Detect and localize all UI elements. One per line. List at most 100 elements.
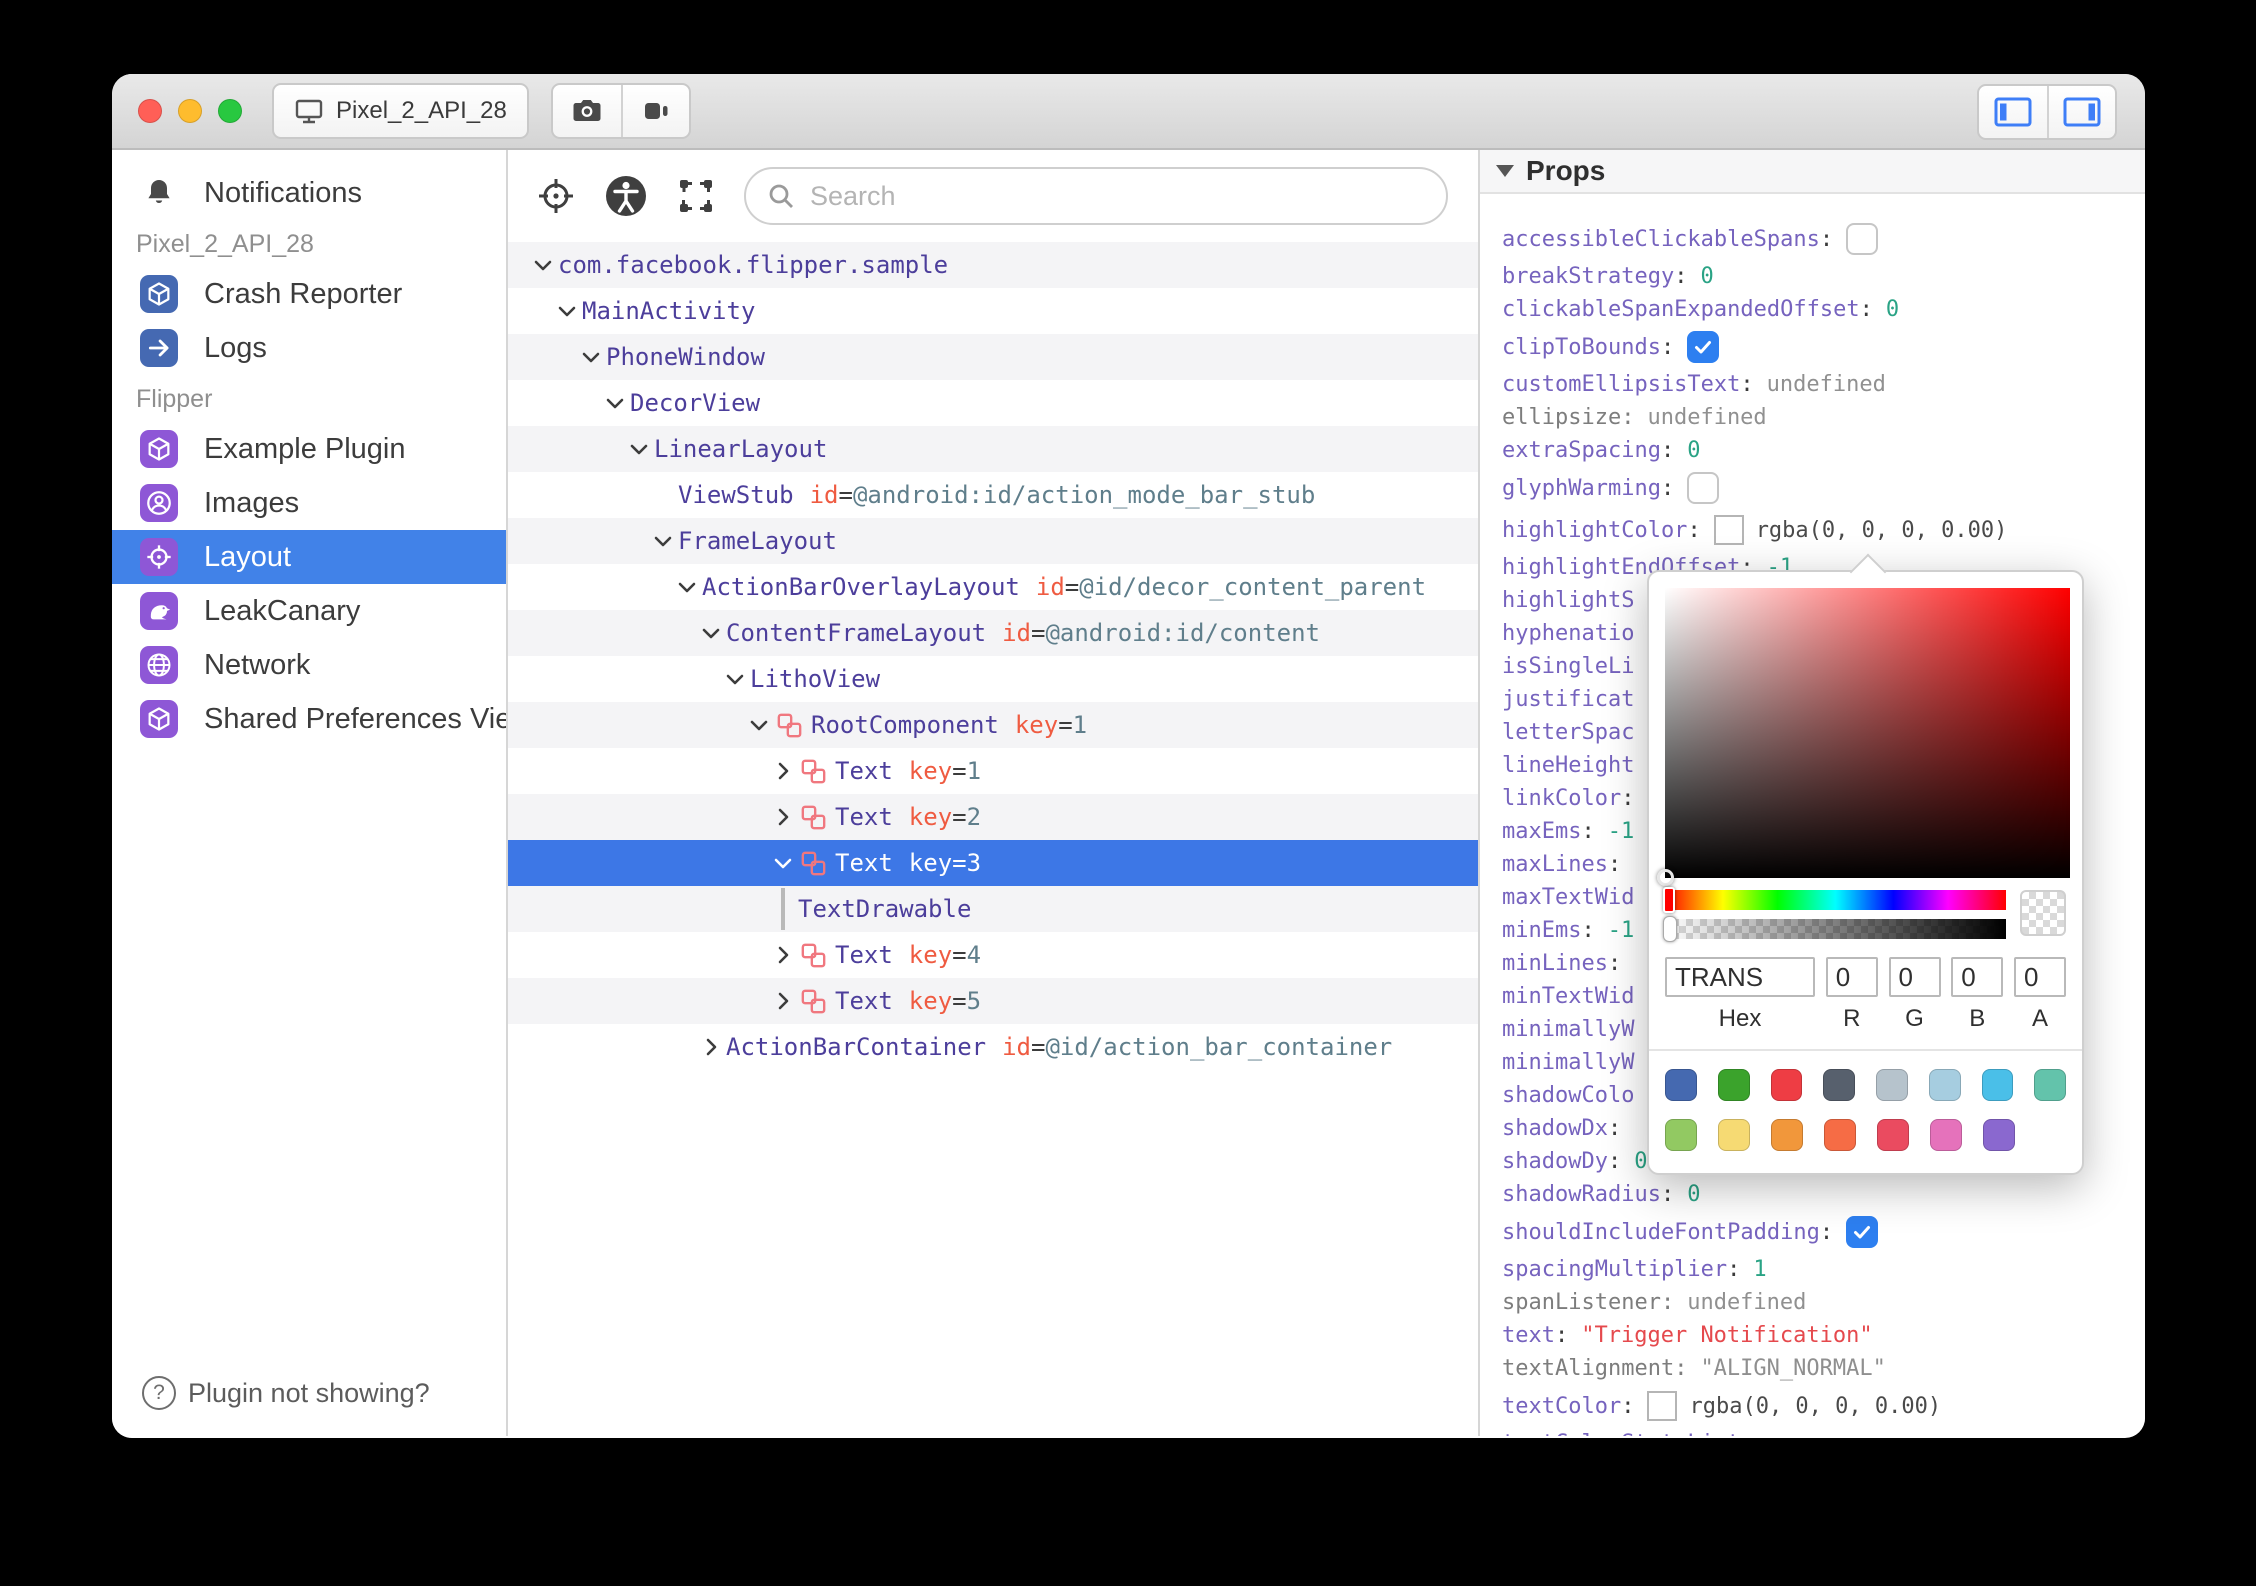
tree-node-com-facebook-flipper-sample[interactable]: com.facebook.flipper.sample [508,242,1478,288]
saturation-handle[interactable] [1657,869,1674,886]
plugin-help-link[interactable]: ? Plugin not showing? [142,1376,430,1410]
hex-input[interactable] [1665,957,1815,997]
tree-node-mainactivity[interactable]: MainActivity [508,288,1478,334]
color-swatch[interactable] [1930,1119,1962,1151]
tree-node-text-4[interactable]: Text key=4 [508,932,1478,978]
screenshot-button[interactable] [553,85,621,137]
color-swatch[interactable] [1877,1119,1909,1151]
close-button[interactable] [138,99,162,123]
chevron-right-icon[interactable] [768,806,798,828]
attribute-equals: = [1064,573,1080,601]
props-header[interactable]: Props [1480,150,2145,194]
color-swatch[interactable] [1876,1069,1908,1101]
tree-node-text-1[interactable]: Text key=1 [508,748,1478,794]
search-input[interactable] [808,179,1426,213]
chevron-down-icon[interactable] [552,300,582,322]
blue-label: B [1969,1005,1986,1032]
color-swatch[interactable] [1771,1119,1803,1151]
toggle-left-panel-button[interactable] [1979,86,2047,138]
sidebar-item-images[interactable]: Images [112,476,506,530]
tree-node-text-3[interactable]: Text key=3 [508,840,1478,886]
device-selector-button[interactable]: Pixel_2_API_28 [272,83,529,139]
color-swatch-button[interactable] [1647,1391,1678,1421]
sidebar-item-crash-reporter[interactable]: Crash Reporter [112,267,506,321]
hue-slider[interactable] [1663,887,2006,913]
attribute-key: key [908,849,953,877]
tree-node-linearlayout[interactable]: LinearLayout [508,426,1478,472]
tree-node-text-5[interactable]: Text key=5 [508,978,1478,1024]
sidebar-item-leakcanary[interactable]: LeakCanary [112,584,506,638]
color-swatch[interactable] [1770,1069,1803,1101]
sidebar-item-shared-preferences-viewer[interactable]: Shared Preferences Viewer [112,692,506,746]
tree-node-framelayout[interactable]: FrameLayout [508,518,1478,564]
sidebar-item-layout[interactable]: Layout [112,530,506,584]
color-swatch[interactable] [1983,1119,2015,1151]
checkbox-checked[interactable] [1846,1216,1879,1248]
color-swatch[interactable] [1824,1119,1856,1151]
color-swatch[interactable] [1717,1069,1750,1101]
color-swatch[interactable] [2034,1069,2066,1101]
sidebar-item-label: Shared Preferences Viewer [204,702,506,735]
checkbox-unchecked[interactable] [1846,223,1879,255]
red-input[interactable] [1825,957,1878,997]
checkbox-unchecked[interactable] [1687,472,1720,504]
tree-node-lithoview[interactable]: LithoView [508,656,1478,702]
prop-value: rgba(0, 0, 0, 0.00) [1689,1393,1942,1419]
alpha-handle[interactable] [1663,916,1677,942]
alpha-slider[interactable] [1663,916,2006,942]
color-swatch[interactable] [1665,1069,1697,1101]
chevron-down-icon[interactable] [768,852,798,874]
tree-node-phonewindow[interactable]: PhoneWindow [508,334,1478,380]
tree-node-textdrawable[interactable]: TextDrawable [508,886,1478,932]
color-swatch[interactable] [1823,1069,1855,1101]
accessibility-mode-button[interactable] [604,174,648,218]
screen-record-button[interactable] [620,85,689,137]
chevron-right-icon[interactable] [768,990,798,1012]
chevron-down-icon[interactable] [696,622,726,644]
color-swatch[interactable] [1665,1119,1697,1151]
chevron-right-icon[interactable] [768,760,798,782]
tree-node-viewstub-android-id-action-mode-bar-stub[interactable]: ViewStub id=@android:id/action_mode_bar_s… [508,472,1478,518]
chevron-down-icon[interactable] [624,438,654,460]
chevron-down-icon[interactable] [720,668,750,690]
saturation-area[interactable] [1657,588,2070,886]
chevron-down-icon[interactable] [600,392,630,414]
target-mode-button[interactable] [536,176,576,216]
toggle-right-panel-button[interactable] [2047,86,2115,138]
chevron-down-icon[interactable] [528,254,558,276]
tree-node-actionbaroverlaylayout-id-decor-content-parent[interactable]: ActionBarOverlayLayout id=@id/decor_conte… [508,564,1478,610]
chevron-right-icon[interactable] [768,944,798,966]
checkbox-checked[interactable] [1687,331,1720,363]
green-input[interactable] [1888,957,1941,997]
chevron-down-icon[interactable] [672,576,702,598]
minimize-button[interactable] [178,99,202,123]
color-swatch[interactable] [1718,1119,1750,1151]
tree-node-text-2[interactable]: Text key=2 [508,794,1478,840]
sidebar-item-notifications[interactable]: Notifications [112,166,506,220]
alpha-input[interactable] [2014,957,2066,997]
blue-input[interactable] [1951,957,2004,997]
prop-value: 1 [1753,1257,1767,1282]
color-swatch[interactable] [1928,1069,1961,1101]
hue-handle[interactable] [1663,887,1675,913]
tree-node-decorview[interactable]: DecorView [508,380,1478,426]
chevron-down-icon[interactable] [648,530,678,552]
prop-name: clickableSpanExpandedOffset [1502,297,1860,322]
tree-node-rootcomponent-1[interactable]: RootComponent key=1 [508,702,1478,748]
color-swatch[interactable] [1981,1069,2014,1101]
select-element-button[interactable] [676,176,716,216]
color-swatch-button[interactable] [1713,515,1744,545]
plugin-sidebar: Notifications Pixel_2_API_28 Crash Reporte… [112,150,508,1436]
chevron-down-icon[interactable] [744,714,774,736]
sidebar-item-example-plugin[interactable]: Example Plugin [112,422,506,476]
chevron-down-icon[interactable] [576,346,606,368]
chevron-right-icon[interactable] [696,1036,726,1058]
zoom-button[interactable] [218,99,242,123]
tree-node-actionbarcontainer-id-action-bar-container[interactable]: ActionBarContainer id=@id/action_bar_cont… [508,1024,1478,1070]
prop-row-glyphwarming: glyphWarming: [1502,467,2145,509]
capture-buttons [550,83,691,139]
tree-node-attributes: id=@android:id/action_mode_bar_stub [810,481,1316,509]
sidebar-item-logs[interactable]: Logs [112,321,506,375]
sidebar-item-network[interactable]: Network [112,638,506,692]
tree-node-contentframelayout-android-id-content[interactable]: ContentFrameLayout id=@android:id/content [508,610,1478,656]
